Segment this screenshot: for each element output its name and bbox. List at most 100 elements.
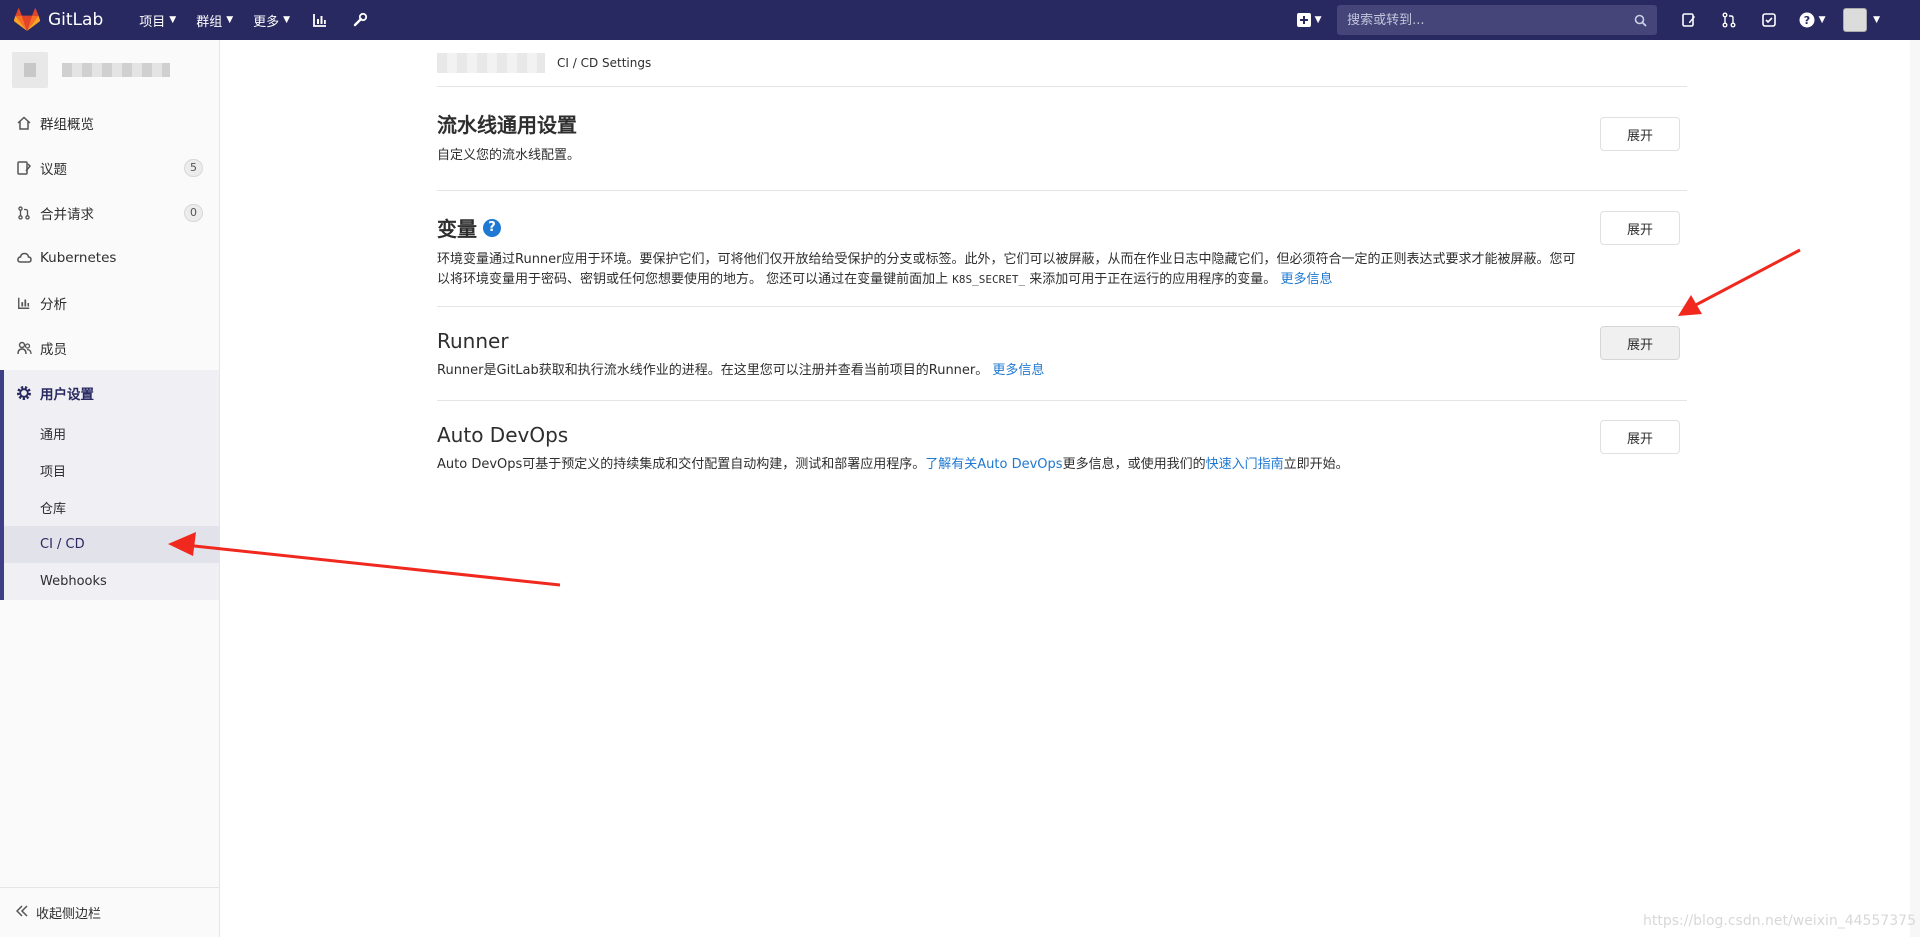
plus-square-icon <box>1296 13 1311 27</box>
chevron-down-icon: ▼ <box>1314 15 1322 25</box>
chevron-down-icon: ▼ <box>169 15 177 25</box>
settings-section: 用户设置 通用 项目 仓库 CI / CD Webhooks <box>0 370 219 600</box>
runner-desc: Runner是GitLab获取和执行流水线作业的进程。在这里您可以注册并查看当前… <box>437 363 989 378</box>
expand-variables-button[interactable]: 展开 <box>1600 211 1680 245</box>
gear-icon <box>16 385 32 401</box>
expand-auto-devops-button[interactable]: 展开 <box>1600 420 1680 454</box>
sidebar-item-label: 用户设置 <box>40 386 94 403</box>
chart-icon <box>16 295 32 311</box>
svg-text:?: ? <box>1803 14 1809 27</box>
help-icon: ? <box>1799 12 1815 28</box>
sidebar-item-label: 成员 <box>40 341 67 358</box>
sidebar-item-kubernetes[interactable]: Kubernetes <box>0 235 219 280</box>
section-title: Runner <box>437 329 509 353</box>
sidebar-item-issues[interactable]: 议题 5 <box>0 145 219 190</box>
sidebar-item-merge-requests[interactable]: 合并请求 0 <box>0 190 219 235</box>
breadcrumb: CI / CD Settings <box>437 40 1687 87</box>
issues-icon <box>16 160 32 176</box>
section-title: 变量 <box>437 217 477 241</box>
sidebar-subitem-webhooks[interactable]: Webhooks <box>4 563 219 600</box>
collapse-sidebar-button[interactable]: 收起侧边栏 <box>0 887 219 937</box>
search-field[interactable] <box>1337 5 1658 35</box>
runner-section: Runner Runner是GitLab获取和执行流水线作业的进程。在这里您可以… <box>437 307 1687 401</box>
projects-menu[interactable]: 项目 ▼ <box>129 0 186 40</box>
wrench-icon[interactable] <box>340 0 380 40</box>
cloud-icon <box>16 250 32 266</box>
watermark: https://blog.csdn.net/weixin_44557375 <box>1642 913 1916 929</box>
new-item-dropdown[interactable]: ▼ <box>1285 0 1333 40</box>
sidebar-item-members[interactable]: 成员 <box>0 325 219 370</box>
sidebar-subitem-ci-cd[interactable]: CI / CD <box>4 526 219 563</box>
todo-check-icon[interactable] <box>1749 0 1789 40</box>
annotation-arrow-to-runner <box>1678 248 1801 316</box>
breadcrumb-current: CI / CD Settings <box>557 56 652 70</box>
expand-runner-button[interactable]: 展开 <box>1600 326 1680 360</box>
sidebar-item-label: 分析 <box>40 296 67 313</box>
collapse-sidebar-label: 收起侧边栏 <box>36 907 102 922</box>
search-icon <box>1634 14 1647 27</box>
quick-start-guide-link[interactable]: 快速入门指南 <box>1206 457 1284 472</box>
user-menu[interactable]: ▼ <box>1843 8 1880 32</box>
sidebar-subitem-general[interactable]: 通用 <box>4 415 219 452</box>
chevron-down-icon: ▼ <box>283 15 291 25</box>
variables-desc-2: 来添加可用于正在运行的应用程序的变量。 <box>1029 272 1277 287</box>
group-header[interactable] <box>0 40 219 100</box>
groups-menu-label: 群组 <box>196 14 223 30</box>
autodevops-learn-more-link[interactable]: 了解有关Auto DevOps <box>925 457 1062 472</box>
sidebar-item-settings[interactable]: 用户设置 <box>4 370 219 415</box>
gitlab-brand[interactable]: GitLab <box>14 8 103 32</box>
users-icon <box>16 340 32 356</box>
activity-chart-icon[interactable] <box>300 0 340 40</box>
autodevops-desc-3: 立即开始。 <box>1283 457 1349 472</box>
groups-menu[interactable]: 群组 ▼ <box>186 0 243 40</box>
variables-code: K8S_SECRET_ <box>952 273 1026 286</box>
section-description: Runner是GitLab获取和执行流水线作业的进程。在这里您可以注册并查看当前… <box>437 361 1687 381</box>
chevron-down-icon: ▼ <box>1818 15 1826 25</box>
main-content: CI / CD Settings 流水线通用设置 自定义您的流水线配置。 展开 … <box>437 40 1687 489</box>
section-title: Auto DevOps <box>437 423 569 447</box>
auto-devops-section: Auto DevOps Auto DevOps可基于预定义的持续集成和交付配置自… <box>437 401 1687 489</box>
double-chevron-left-icon <box>15 904 28 921</box>
projects-menu-label: 项目 <box>139 14 166 30</box>
autodevops-desc-2: 更多信息，或使用我们的 <box>1062 457 1206 472</box>
chevron-down-icon: ▼ <box>1873 15 1880 25</box>
issues-count-badge: 5 <box>184 158 203 177</box>
more-menu-label: 更多 <box>253 14 280 30</box>
breadcrumb-group-blurred[interactable] <box>437 53 545 73</box>
page-scrollbar[interactable] <box>1910 40 1920 937</box>
group-avatar <box>12 52 48 88</box>
merge-request-icon <box>16 205 32 221</box>
expand-pipeline-button[interactable]: 展开 <box>1600 117 1680 151</box>
section-description: 环境变量通过Runner应用于环境。要保护它们，可将他们仅开放给给受保护的分支或… <box>437 250 1687 290</box>
section-title: 流水线通用设置 <box>437 113 577 137</box>
search-input[interactable] <box>1347 12 1618 28</box>
section-description: Auto DevOps可基于预定义的持续集成和交付配置自动构建，测试和部署应用程… <box>437 455 1687 475</box>
home-icon <box>16 115 32 131</box>
merge-requests-count-badge: 0 <box>184 203 203 222</box>
sidebar-item-analytics[interactable]: 分析 <box>0 280 219 325</box>
sidebar-item-label: 合并请求 <box>40 206 94 223</box>
sidebar-item-label: 群组概览 <box>40 116 94 133</box>
sidebar-item-label: Kubernetes <box>40 249 117 266</box>
gitlab-logo-icon <box>14 8 40 31</box>
merge-request-icon[interactable] <box>1709 0 1749 40</box>
pipeline-settings-section: 流水线通用设置 自定义您的流水线配置。 展开 <box>437 87 1687 191</box>
section-title-row: 变量 ? <box>437 213 1687 242</box>
group-name-blurred <box>62 63 170 77</box>
sidebar-subitem-projects[interactable]: 项目 <box>4 452 219 489</box>
sidebar: 群组概览 议题 5 合并请求 0 Kubernetes 分析 成员 用户设置 通… <box>0 40 220 937</box>
help-icon[interactable]: ? <box>483 218 501 237</box>
more-menu[interactable]: 更多 ▼ <box>243 0 300 40</box>
brand-name: GitLab <box>48 10 104 30</box>
help-dropdown[interactable]: ? ▼ <box>1789 0 1835 40</box>
sidebar-item-label: 议题 <box>40 161 67 178</box>
more-info-link[interactable]: 更多信息 <box>1280 272 1332 287</box>
todo-issues-icon[interactable] <box>1669 0 1709 40</box>
autodevops-desc-1: Auto DevOps可基于预定义的持续集成和交付配置自动构建，测试和部署应用程… <box>437 457 926 472</box>
variables-section: 变量 ? 环境变量通过Runner应用于环境。要保护它们，可将他们仅开放给给受保… <box>437 191 1687 307</box>
more-info-link[interactable]: 更多信息 <box>992 363 1044 378</box>
avatar <box>1843 8 1868 32</box>
section-description: 自定义您的流水线配置。 <box>437 148 581 163</box>
sidebar-subitem-repository[interactable]: 仓库 <box>4 489 219 526</box>
sidebar-item-overview[interactable]: 群组概览 <box>0 100 219 145</box>
